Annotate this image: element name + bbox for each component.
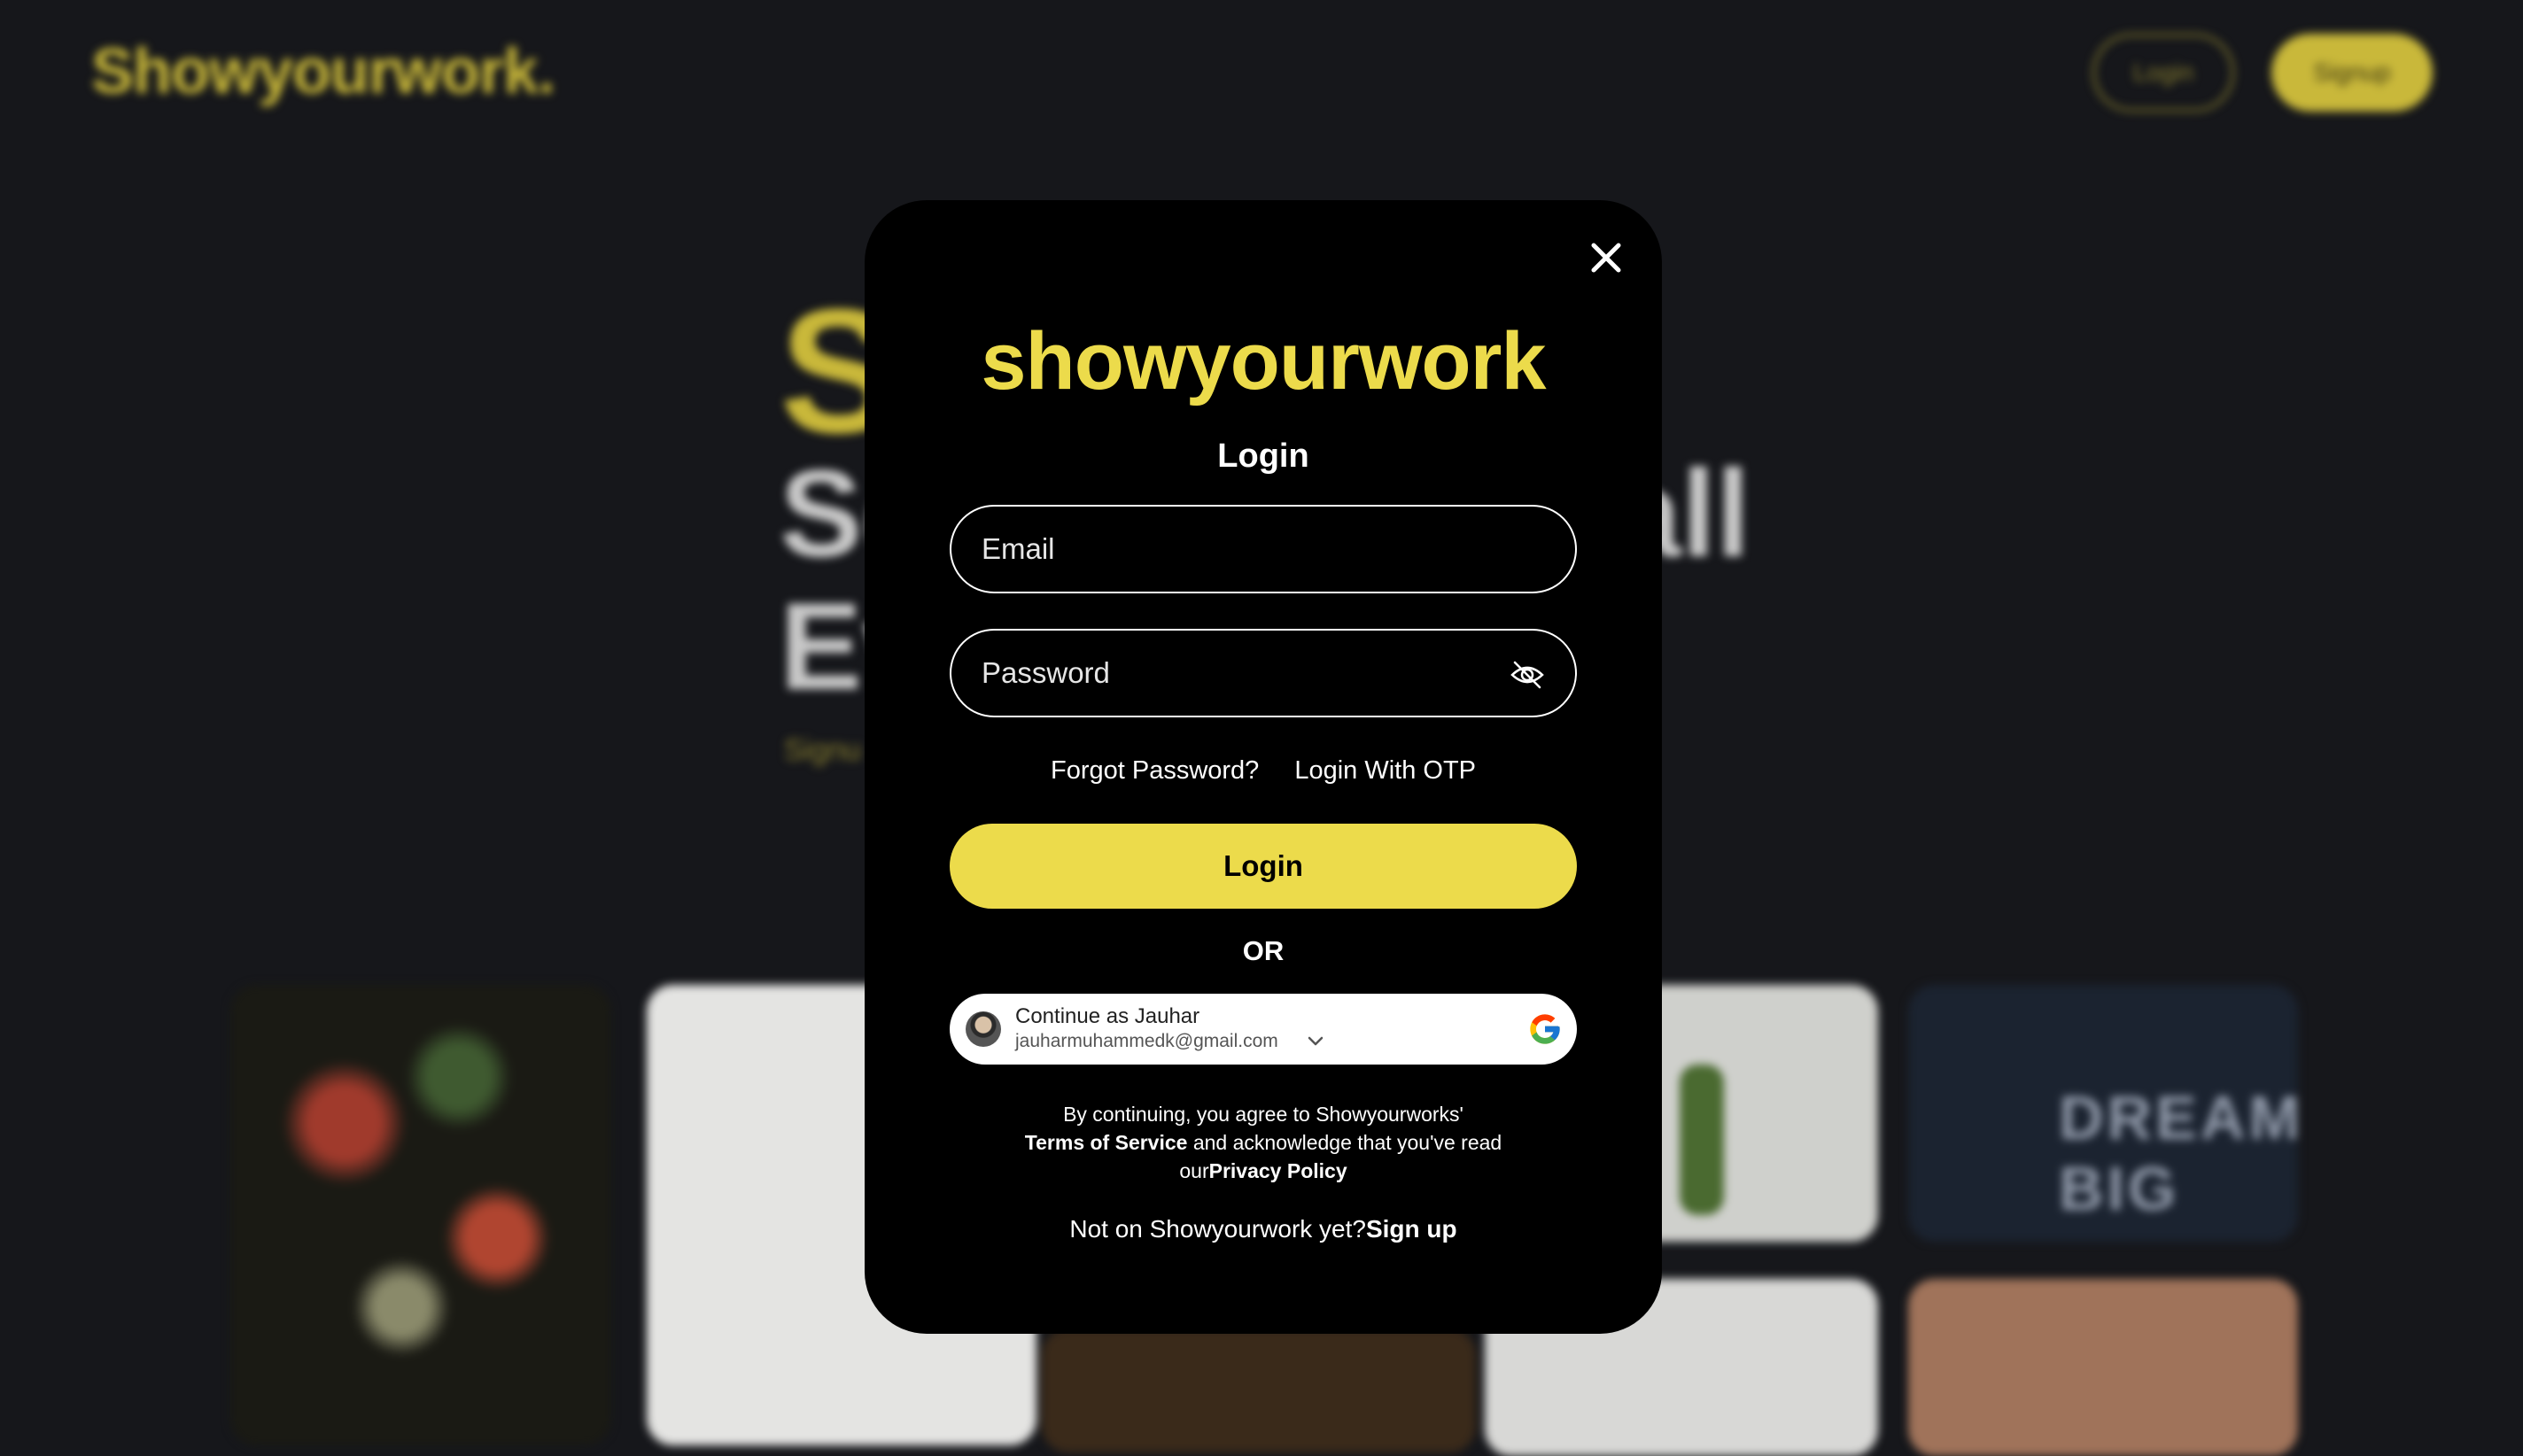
terms-notice: By continuing, you agree to Showyourwork… — [865, 1100, 1662, 1185]
password-field[interactable] — [950, 629, 1577, 717]
terms-line-2-text: and acknowledge that you've read — [1187, 1131, 1502, 1154]
site-logo: Showyourwork. — [91, 36, 555, 107]
terms-line-3-prefix: our — [1179, 1159, 1209, 1182]
google-signin-button[interactable]: Continue as Jauhar jauharmuhammedk@gmail… — [950, 994, 1577, 1065]
signup-prompt: Not on Showyourwork yet?Sign up — [865, 1215, 1662, 1243]
or-divider: OR — [1242, 935, 1285, 966]
eye-off-icon — [1510, 661, 1544, 689]
brand-logo: showyourwork — [981, 316, 1546, 407]
google-account-email: jauharmuhammedk@gmail.com — [1015, 1031, 1278, 1051]
auth-links: Forgot Password? Login With OTP — [865, 756, 1662, 786]
signup-prompt-text: Not on Showyourwork yet? — [1069, 1215, 1366, 1243]
privacy-policy-link[interactable]: Privacy Policy — [1209, 1159, 1347, 1182]
modal-title: Login — [1217, 438, 1309, 475]
login-button[interactable]: Login — [950, 824, 1577, 909]
email-field[interactable] — [950, 505, 1577, 593]
google-account-name: Continue as Jauhar — [1015, 1004, 1200, 1028]
email-input[interactable] — [951, 507, 1575, 592]
gallery-tile-house — [1908, 1279, 2298, 1456]
login-otp-link[interactable]: Login With OTP — [1294, 756, 1476, 786]
terms-line-1: By continuing, you agree to Showyourwork… — [1063, 1103, 1463, 1126]
password-input[interactable] — [951, 631, 1575, 716]
terms-line-2: Terms of Service and acknowledge that yo… — [865, 1128, 1662, 1157]
signup-link[interactable]: Sign up — [1366, 1215, 1457, 1243]
hero-subtext: Signu — [784, 733, 861, 767]
avatar — [966, 1011, 1001, 1047]
gallery-tile-flowers — [230, 985, 611, 1445]
google-icon — [1530, 1014, 1560, 1044]
header-signup-button: Signup — [2271, 34, 2433, 112]
gallery-tile-dream: DREAM BIG — [1908, 985, 2301, 1242]
close-icon — [1591, 243, 1621, 273]
terms-line-3: ourPrivacy Policy — [865, 1157, 1662, 1185]
login-modal: showyourwork Login Forgot Password? Logi… — [865, 200, 1662, 1334]
terms-of-service-link[interactable]: Terms of Service — [1025, 1131, 1188, 1154]
forgot-password-link[interactable]: Forgot Password? — [1051, 756, 1259, 786]
gallery-tile-food — [1042, 1328, 1476, 1452]
chevron-down-icon[interactable] — [1306, 1032, 1325, 1051]
header-login-button: Login — [2092, 34, 2234, 112]
close-button[interactable] — [1584, 236, 1628, 280]
toggle-password-visibility[interactable] — [1510, 659, 1545, 691]
